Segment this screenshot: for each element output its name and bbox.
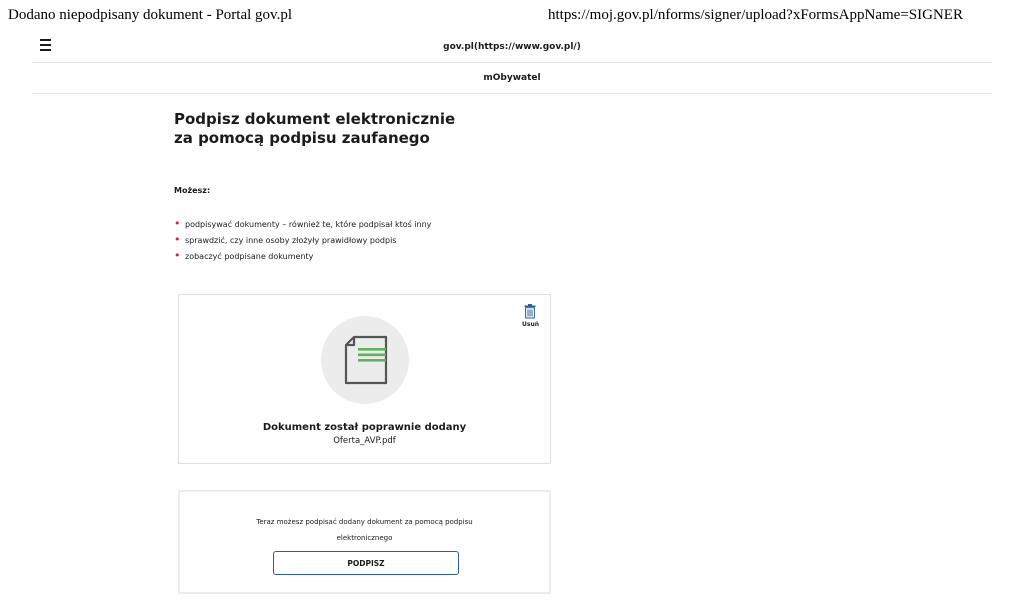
- delete-label: Usuń: [522, 321, 539, 328]
- uploaded-document-card: Usuń Dokument został poprawnie dodany Of…: [178, 294, 551, 464]
- service-bar: mObywatel: [32, 63, 992, 94]
- sign-button[interactable]: PODPISZ: [273, 551, 459, 575]
- page-title: Podpisz dokument elektronicznie za pomoc…: [174, 110, 574, 148]
- service-brand: mObywatel: [483, 73, 541, 83]
- bullet-icon: •: [174, 233, 181, 246]
- bullet-icon: •: [174, 249, 181, 262]
- sign-instructions-line-1: Teraz możesz podpisać dodany dokument za…: [256, 518, 473, 526]
- sign-instructions-line-2: elektronicznego: [336, 534, 393, 542]
- list-item: • podpisywać dokumenty – również te, któr…: [174, 218, 431, 234]
- page-title-line-2: za pomocą podpisu zaufanego: [174, 129, 430, 147]
- delete-button[interactable]: Usuń: [522, 304, 539, 328]
- list-item-text: sprawdzić, czy inne osoby złożyły prawid…: [185, 236, 397, 245]
- print-page-url: https://moj.gov.pl/nforms/signer/upload?…: [548, 7, 963, 23]
- list-item-text: zobaczyć podpisane dokumenty: [185, 252, 314, 261]
- document-status: Dokument został poprawnie dodany: [262, 422, 467, 433]
- capabilities-intro: Możesz:: [174, 186, 211, 195]
- sign-instructions: Teraz możesz podpisać dodany dokument za…: [180, 514, 549, 546]
- print-header: Dodano niepodpisany dokument - Portal go…: [0, 0, 1017, 34]
- print-page-title: Dodano niepodpisany dokument - Portal go…: [8, 7, 292, 23]
- list-item-text: podpisywać dokumenty – również te, które…: [185, 220, 432, 229]
- list-item: • zobaczyć podpisane dokumenty: [174, 250, 431, 266]
- page-title-line-1: Podpisz dokument elektronicznie: [174, 110, 456, 128]
- trash-icon: [524, 304, 536, 319]
- top-navigation-bar: gov.pl(https://www.gov.pl/): [32, 34, 992, 63]
- gov-pl-link[interactable]: gov.pl(https://www.gov.pl/): [32, 42, 992, 52]
- sign-card: Teraz możesz podpisać dodany dokument za…: [178, 490, 551, 594]
- bullet-icon: •: [174, 217, 181, 230]
- document-icon: [344, 335, 388, 385]
- capabilities-list: • podpisywać dokumenty – również te, któr…: [174, 218, 431, 266]
- document-icon-circle: [321, 316, 409, 404]
- list-item: • sprawdzić, czy inne osoby złożyły prawi…: [174, 234, 431, 250]
- document-filename: Oferta_AVP.pdf: [333, 436, 396, 446]
